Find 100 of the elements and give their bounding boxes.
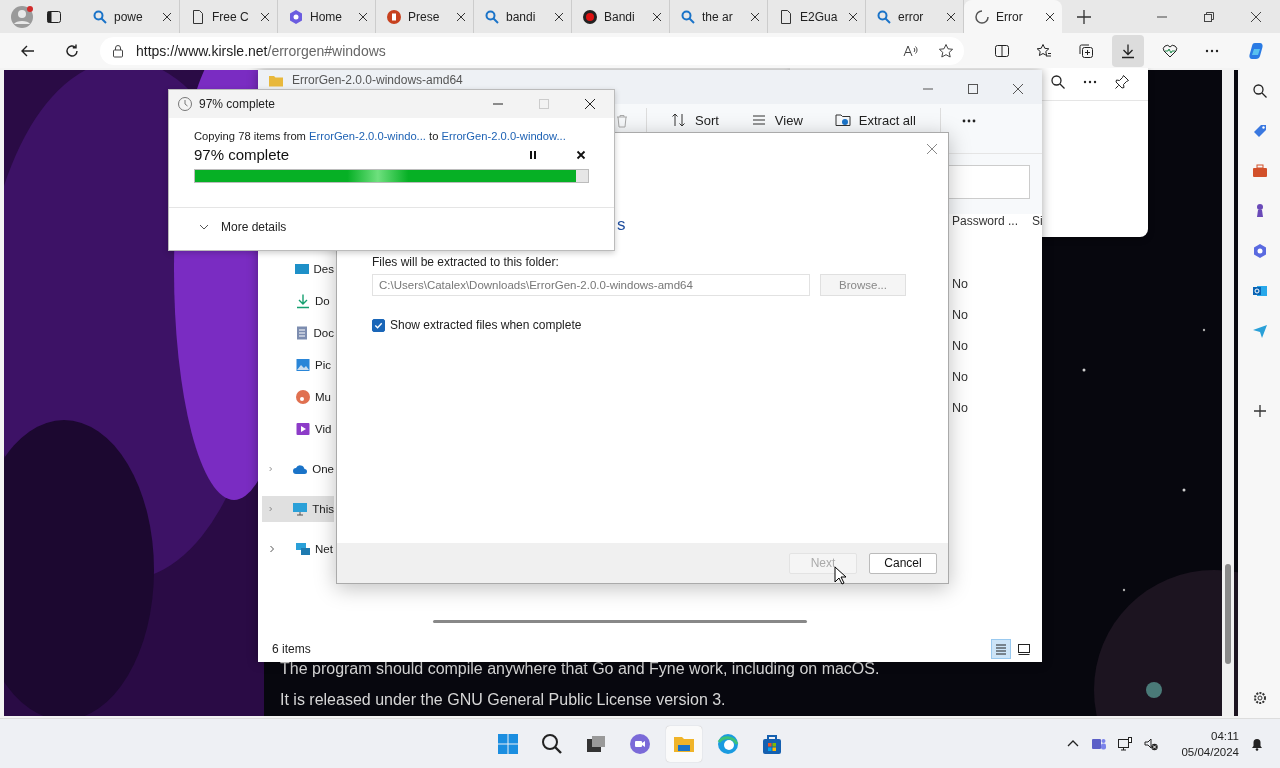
copilot-icon[interactable]: [1246, 40, 1266, 61]
close-tab-icon[interactable]: [652, 11, 662, 22]
chevron-down-icon: [199, 222, 209, 232]
close-tab-icon[interactable]: [260, 11, 270, 22]
close-tab-icon[interactable]: [358, 11, 368, 22]
clock-time[interactable]: 04:11: [1211, 728, 1239, 744]
view-icon: [750, 112, 767, 128]
column-header[interactable]: Password ...: [952, 214, 1019, 228]
hexagon-icon: [288, 8, 304, 25]
tab-actions-icon[interactable]: [46, 8, 62, 25]
page-paragraph: It is released under the GNU General Public License version 3.: [280, 691, 727, 709]
close-icon[interactable]: [575, 148, 587, 161]
nav-item[interactable]: Doc: [262, 320, 334, 346]
nav-item[interactable]: Pic: [262, 352, 334, 378]
loading-icon: [974, 8, 990, 25]
favorite-star-icon[interactable]: [938, 42, 954, 59]
file-explorer-button[interactable]: [666, 726, 702, 762]
pictures-icon: [295, 357, 311, 373]
toolbar-button[interactable]: Sort: [663, 110, 727, 130]
close-icon[interactable]: [582, 96, 598, 112]
pause-icon[interactable]: [527, 148, 539, 161]
bell-icon[interactable]: [1249, 736, 1265, 752]
lock-icon[interactable]: [110, 42, 126, 59]
close-tab-icon[interactable]: [946, 11, 956, 22]
table-cell-text: No: [952, 277, 969, 293]
table-cell-text: No: [952, 308, 969, 324]
column-header[interactable]: Si: [1032, 214, 1043, 228]
browser-icon[interactable]: [716, 732, 740, 756]
start-icon[interactable]: [496, 732, 520, 756]
hexagon-icon[interactable]: [1252, 243, 1268, 259]
search-icon[interactable]: [1252, 83, 1268, 99]
table-cell-text: No: [952, 370, 969, 386]
record-icon: [582, 8, 598, 25]
close-tab-icon[interactable]: [162, 11, 172, 22]
videos-icon: [295, 421, 311, 437]
teams-icon[interactable]: [1091, 736, 1108, 752]
details-view-icon: [994, 642, 1008, 656]
nav-item[interactable]: Do: [262, 288, 334, 314]
source-link[interactable]: ErrorGen-2.0.0-windo...: [309, 130, 426, 142]
destination-link[interactable]: ErrorGen-2.0.0-window...: [441, 130, 566, 142]
downloads-button[interactable]: [1112, 34, 1144, 67]
folder-icon: [834, 112, 851, 128]
close-tab-icon[interactable]: [848, 11, 858, 22]
settings-icon[interactable]: [1252, 690, 1268, 706]
close-icon[interactable]: [1010, 81, 1026, 97]
more-details-button[interactable]: More details: [195, 220, 291, 234]
sort-icon: [671, 112, 687, 128]
tag-icon[interactable]: [1252, 123, 1268, 139]
favorites-icon[interactable]: [1036, 42, 1052, 59]
nav-item[interactable]: This: [262, 496, 334, 522]
nav-item[interactable]: Des: [262, 256, 334, 282]
nav-item[interactable]: One: [262, 456, 334, 482]
heart-pulse-icon[interactable]: [1162, 42, 1178, 59]
search-icon[interactable]: [540, 732, 564, 756]
nav-item[interactable]: Mu: [262, 384, 334, 410]
close-tab-icon[interactable]: [1045, 11, 1055, 22]
preview-view-icon: [1017, 642, 1031, 656]
pin-icon[interactable]: [1114, 74, 1130, 90]
close-tab-icon[interactable]: [750, 11, 760, 22]
toolbar-button[interactable]: View: [742, 110, 811, 130]
toolbox-icon[interactable]: [1252, 163, 1268, 179]
music-icon: [295, 389, 311, 405]
scrollbar[interactable]: [433, 619, 807, 623]
collections-icon[interactable]: [1078, 42, 1094, 59]
search-icon: [680, 8, 696, 25]
page-paragraph: The program should compile anywhere that Go and Fyne work, including on macOS.: [280, 660, 880, 678]
path-field[interactable]: C:\Users\Catalex\Downloads\ErrorGen-2.0.0-windows-amd64: [372, 274, 810, 296]
status-text: 6 items: [272, 642, 311, 656]
scrollbar[interactable]: [1222, 70, 1234, 716]
copy-status-text: Copying 78 items from ErrorGen-2.0.0-windo... to ErrorGen-2.0.0-window...: [194, 130, 567, 142]
browser-tab[interactable]: Error: [964, 0, 1062, 33]
send-icon[interactable]: [1252, 323, 1268, 339]
maximize-icon: [536, 96, 552, 112]
refresh-icon[interactable]: [64, 42, 80, 59]
download-icon: [295, 293, 311, 309]
pc-icon: [292, 501, 309, 517]
download-icon: [1120, 42, 1136, 59]
new-tab-icon[interactable]: [1076, 8, 1092, 25]
close-tab-icon[interactable]: [554, 11, 564, 22]
table-cell-text: No: [952, 401, 969, 417]
toolbar-button[interactable]: Extract all: [826, 110, 924, 130]
store-icon[interactable]: [760, 732, 784, 756]
speaker-muted-icon[interactable]: [1143, 736, 1160, 752]
nav-item[interactable]: Net: [262, 536, 334, 562]
page-icon: [778, 8, 794, 25]
profile-icon[interactable]: [10, 4, 34, 29]
close-tab-icon[interactable]: [456, 11, 466, 22]
mail-icon[interactable]: [1252, 283, 1268, 299]
dialog-button[interactable]: Cancel: [869, 552, 937, 574]
nav-item[interactable]: Vid: [262, 416, 334, 442]
chat-icon[interactable]: [628, 732, 652, 756]
monitor-icon[interactable]: [1117, 736, 1134, 752]
maximize-icon[interactable]: [965, 81, 981, 97]
add-icon[interactable]: [1252, 403, 1268, 419]
address-bar[interactable]: https://www.kirsle.net/errorgen#windows: [100, 36, 964, 65]
search-icon[interactable]: [1050, 74, 1066, 90]
window-title: ErrorGen-2.0.0-windows-amd64: [292, 73, 463, 87]
split-screen-icon[interactable]: [994, 42, 1010, 59]
clock-date[interactable]: 05/04/2024: [1181, 744, 1239, 760]
checkbox[interactable]: [372, 318, 385, 332]
